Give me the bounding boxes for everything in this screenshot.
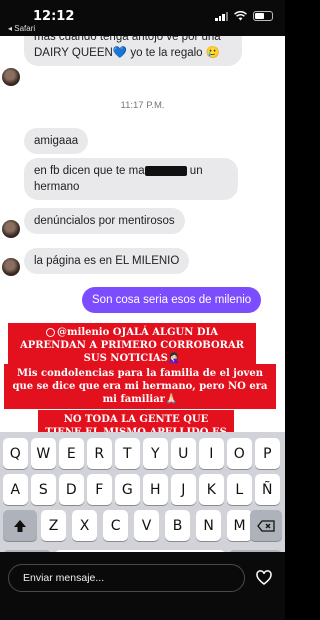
chat-timestamp: 11:17 P.M. [120,100,165,111]
key-l[interactable]: L [227,474,252,505]
key-g[interactable]: G [115,474,140,505]
key-p[interactable]: P [255,438,280,469]
contact-avatar [2,68,20,86]
key-y[interactable]: Y [143,438,168,469]
caption-text: Mis condolencias para la familia de el j… [12,368,268,405]
story-view: 12:12 ◂ Safari más cuando tenga antojo v… [0,0,285,620]
message-text: amigaaa [34,135,79,147]
message-text: la página es en EL MILENIO [34,255,180,267]
backspace-icon [257,519,275,532]
story-caption-1: @milenio OJALÁ ALGUN DIA APRENDAN A PRIM… [8,323,256,368]
key-n[interactable]: N [196,510,222,541]
message-text: más cuando tenga antojo ve por una DAIRY… [34,36,221,60]
key-k[interactable]: K [199,474,224,505]
key-j[interactable]: J [171,474,196,505]
shift-key[interactable] [3,510,37,541]
key-w[interactable]: W [31,438,56,469]
story-caption-2: Mis condolencias para la familia de el j… [4,364,276,409]
key-h[interactable]: H [143,474,168,505]
message-bubble: en fb dicen que te ma un hermano [24,158,238,201]
key-d[interactable]: D [59,474,84,505]
key-v[interactable]: V [134,510,160,541]
battery-icon [253,11,273,21]
send-message-placeholder: Enviar mensaje... [23,572,105,584]
message-text: Son cosa seria esos de milenio [92,294,252,306]
key-o[interactable]: O [227,438,252,469]
message-bubble: denúncialos por mentirosos [24,208,185,235]
send-message-input[interactable]: Enviar mensaje... [8,564,245,592]
key-u[interactable]: U [171,438,196,469]
status-icons [215,11,273,21]
status-time: 12:12 [33,9,75,24]
redaction-mark [144,165,187,176]
key-a[interactable]: A [3,474,28,505]
contact-avatar [2,220,20,238]
key-c[interactable]: C [103,510,129,541]
message-bubble: más cuando tenga antojo ve por una DAIRY… [24,36,242,67]
key-z[interactable]: Z [41,510,67,541]
reply-bar: Enviar mensaje... [0,552,285,620]
message-text: denúncialos por mentirosos [34,215,175,227]
key-t[interactable]: T [115,438,140,469]
chat-screenshot: más cuando tenga antojo ve por una DAIRY… [0,36,285,552]
key-m[interactable]: M [227,510,253,541]
status-bar: 12:12 ◂ Safari [0,0,285,36]
key-e[interactable]: E [59,438,84,469]
message-bubble: la página es en EL MILENIO [24,248,190,275]
wifi-icon [234,11,247,21]
back-to-safari-link[interactable]: ◂ Safari [8,24,35,33]
key-s[interactable]: S [31,474,56,505]
contact-avatar [2,258,20,276]
key-q[interactable]: Q [3,438,28,469]
shift-icon [14,519,26,532]
key-b[interactable]: B [165,510,191,541]
message-text-start: en fb dicen que te ma [34,165,145,177]
key-i[interactable]: I [199,438,224,469]
key-x[interactable]: X [72,510,98,541]
key-ñ[interactable]: Ñ [255,474,280,505]
message-bubble: amigaaa [24,128,89,155]
mention-icon [45,328,55,337]
outgoing-message-bubble: Son cosa seria esos de milenio [82,287,262,314]
key-r[interactable]: R [87,438,112,469]
cellular-signal-icon [215,11,228,21]
heart-icon[interactable] [256,570,272,586]
keyboard: QWERTYUIOP ASDFGHJKLÑ ZXCVBNM 123 [0,432,285,552]
mention-tag[interactable]: @milenio [57,327,109,338]
backspace-key[interactable] [250,510,282,541]
key-f[interactable]: F [87,474,112,505]
